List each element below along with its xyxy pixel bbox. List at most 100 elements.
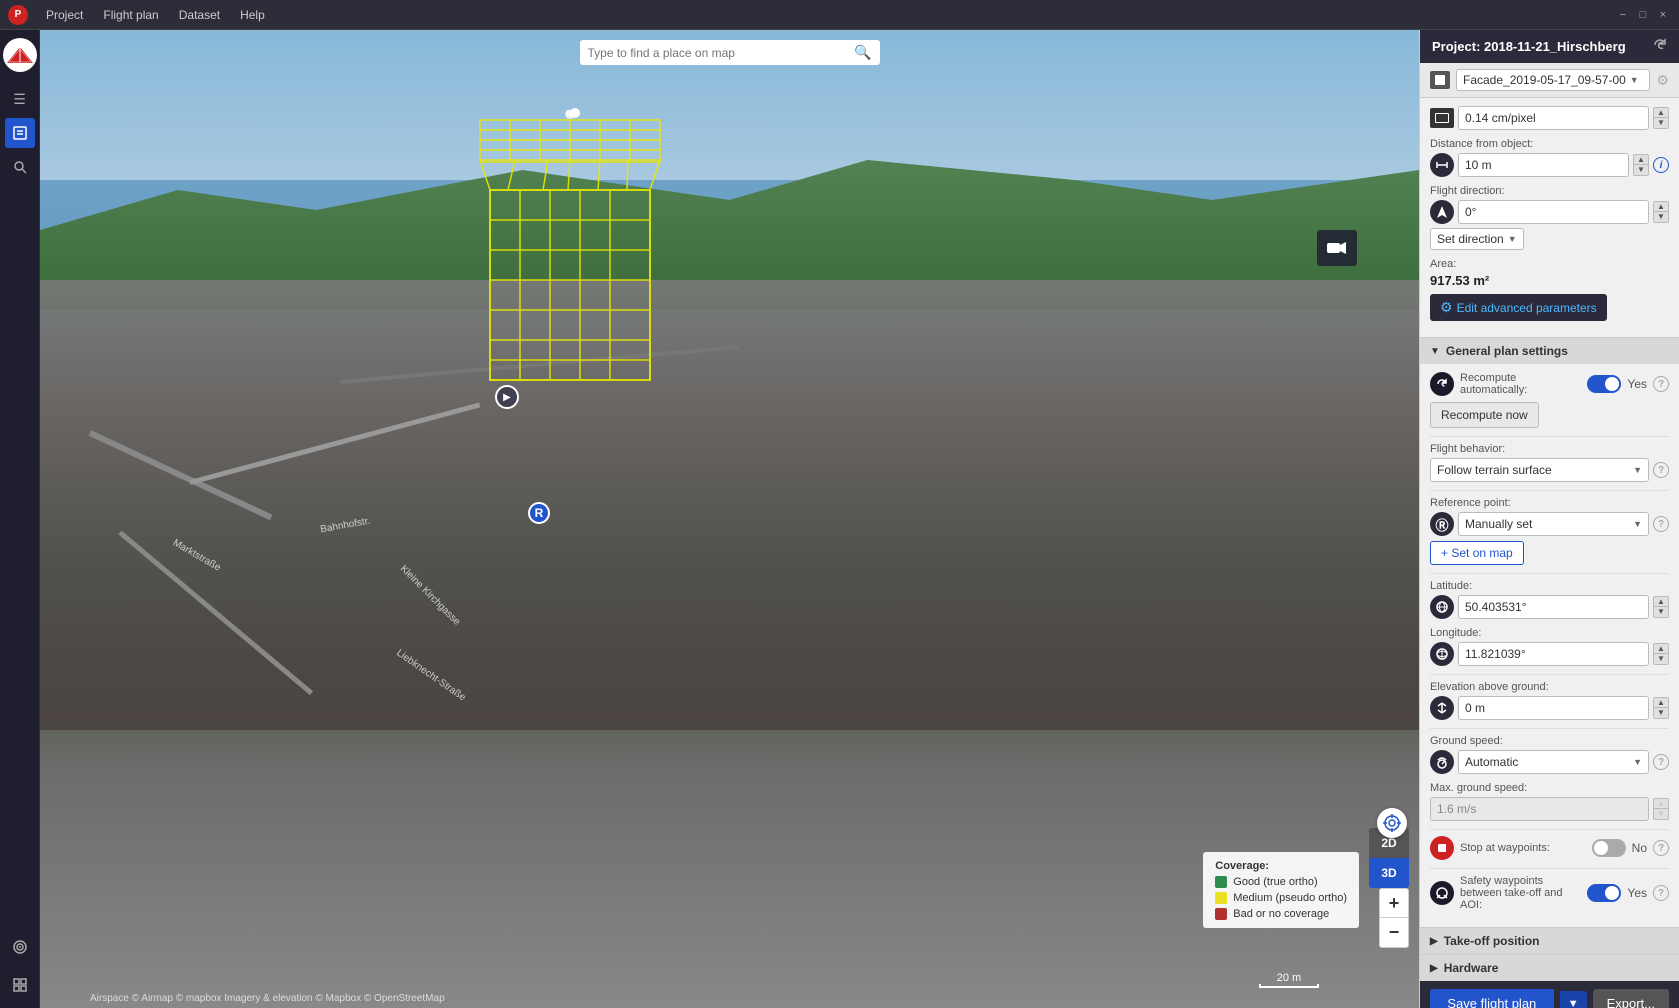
latitude-input[interactable]: 50.403531° (1458, 595, 1649, 619)
recompute-now-btn[interactable]: Recompute now (1430, 402, 1539, 428)
latitude-icon (1430, 595, 1454, 619)
elevation-label: Elevation above ground: (1430, 681, 1669, 693)
flight-behavior-group: Flight behavior: Follow terrain surface … (1430, 443, 1669, 482)
flight-behavior-select[interactable]: Follow terrain surface ▼ (1430, 458, 1649, 482)
recompute-auto-help-icon[interactable]: ? (1653, 376, 1669, 392)
zoom-in-btn[interactable]: + (1379, 888, 1409, 918)
zoom-out-btn[interactable]: − (1379, 918, 1409, 948)
minimize-btn[interactable]: − (1615, 7, 1631, 23)
recompute-auto-label: Recompute automatically: (1460, 372, 1583, 396)
longitude-input[interactable]: 11.821039° (1458, 642, 1649, 666)
distance-row: 10 m ▲ ▼ i (1430, 153, 1669, 177)
export-btn[interactable]: Export... (1593, 989, 1669, 1008)
sidebar-grid-btn[interactable] (5, 970, 35, 1000)
reference-point-help-icon[interactable]: ? (1653, 516, 1669, 532)
panel-settings-icon[interactable]: ⚙ (1656, 72, 1669, 89)
menu-project[interactable]: Project (36, 4, 93, 26)
ground-speed-help-icon[interactable]: ? (1653, 754, 1669, 770)
flight-behavior-arrow-icon: ▼ (1633, 465, 1642, 475)
maximize-btn[interactable]: □ (1635, 7, 1651, 23)
distance-up[interactable]: ▲ (1633, 154, 1649, 165)
flight-plan-dropdown[interactable]: Facade_2019-05-17_09-57-00 ▼ (1456, 69, 1650, 91)
set-on-map-row: + Set on map (1430, 541, 1669, 565)
recompute-auto-group: Recompute automatically: Yes ? Recompute… (1430, 372, 1669, 428)
coverage-bad-dot (1215, 908, 1227, 920)
max-ground-speed-row: 1.6 m/s ▲ ▼ (1430, 797, 1669, 821)
set-on-map-btn[interactable]: + Set on map (1430, 541, 1524, 565)
longitude-row: 11.821039° ▲ ▼ (1430, 642, 1669, 666)
search-icon: 🔍 (854, 44, 871, 61)
edit-advanced-btn[interactable]: ⚙ Edit advanced parameters (1430, 294, 1607, 321)
distance-input[interactable]: 10 m (1458, 153, 1629, 177)
resolution-up[interactable]: ▲ (1653, 107, 1669, 118)
search-input[interactable] (588, 46, 855, 60)
map-attribution: Airspace © Airmap © mapbox Imagery & ele… (90, 993, 445, 1004)
top-marker (570, 108, 580, 118)
recompute-auto-toggle[interactable] (1587, 375, 1621, 393)
elevation-input[interactable]: 0 m (1458, 696, 1649, 720)
hardware-section-header[interactable]: ▶ Hardware (1420, 954, 1679, 981)
reference-point-select[interactable]: Manually set ▼ (1458, 512, 1649, 536)
longitude-up[interactable]: ▲ (1653, 643, 1669, 654)
toggle-knob (1605, 377, 1619, 391)
sidebar-layers-btn[interactable] (5, 932, 35, 962)
flight-direction-row: 0° ▲ ▼ (1430, 200, 1669, 224)
flight-behavior-help-icon[interactable]: ? (1653, 462, 1669, 478)
takeoff-section-header[interactable]: ▶ Take-off position (1420, 927, 1679, 954)
latitude-down[interactable]: ▼ (1653, 607, 1669, 618)
menu-dataset[interactable]: Dataset (169, 4, 230, 26)
max-ground-speed-group: Max. ground speed: 1.6 m/s ▲ ▼ (1430, 782, 1669, 821)
mode-3d-btn[interactable]: 3D (1369, 858, 1409, 888)
direction-down[interactable]: ▼ (1653, 212, 1669, 223)
direction-up[interactable]: ▲ (1653, 201, 1669, 212)
sidebar-notes-btn[interactable] (5, 118, 35, 148)
sync-icon[interactable] (1653, 38, 1667, 55)
target-btn[interactable] (1377, 808, 1407, 838)
latitude-row: 50.403531° ▲ ▼ (1430, 595, 1669, 619)
close-btn[interactable]: × (1655, 7, 1671, 23)
map-search-bar[interactable]: 🔍 (580, 40, 880, 65)
stop-waypoints-toggle[interactable] (1592, 839, 1626, 857)
latitude-up[interactable]: ▲ (1653, 596, 1669, 607)
dropdown-arrow-icon: ▼ (1630, 75, 1639, 85)
elevation-down[interactable]: ▼ (1653, 708, 1669, 719)
general-settings-header[interactable]: ▼ General plan settings (1420, 337, 1679, 364)
longitude-down[interactable]: ▼ (1653, 654, 1669, 665)
ground-speed-label: Ground speed: (1430, 735, 1669, 747)
distance-info-icon[interactable]: i (1653, 157, 1669, 173)
longitude-group: Longitude: 11.821039° ▲ ▼ (1430, 627, 1669, 666)
elevation-up[interactable]: ▲ (1653, 697, 1669, 708)
ground-speed-group: Ground speed: Automatic ▼ ? (1430, 735, 1669, 774)
safety-waypoints-icon (1430, 881, 1454, 905)
flight-behavior-row: Follow terrain surface ▼ ? (1430, 458, 1669, 482)
sidebar-menu-btn[interactable]: ☰ (5, 84, 35, 114)
stop-waypoints-help-icon[interactable]: ? (1653, 840, 1669, 856)
map-area[interactable]: Marktstraße Bahnhofstr. Kleine Kirchgass… (40, 30, 1419, 1008)
safety-waypoints-row: Safety waypoints between take-off and AO… (1430, 875, 1669, 911)
divider-1 (1430, 436, 1669, 437)
main-layout: ☰ Marktstraße (0, 30, 1679, 1008)
safety-waypoints-toggle[interactable] (1587, 884, 1621, 902)
distance-icon (1430, 153, 1454, 177)
ground-speed-select[interactable]: Automatic ▼ (1458, 750, 1649, 774)
hardware-chevron-icon: ▶ (1430, 963, 1438, 974)
stop-waypoints-left: Stop at waypoints: (1430, 836, 1550, 860)
scale-bar: 20 m (1259, 972, 1319, 988)
safety-waypoints-help-icon[interactable]: ? (1653, 885, 1669, 901)
resolution-input[interactable]: 0.14 cm/pixel (1458, 106, 1649, 130)
save-flight-plan-btn[interactable]: Save flight plan (1430, 989, 1554, 1008)
distance-down[interactable]: ▼ (1633, 165, 1649, 176)
ground-speed-icon (1430, 750, 1454, 774)
menu-help[interactable]: Help (230, 4, 275, 26)
set-direction-row: Set direction ▼ (1430, 228, 1669, 250)
menu-flight-plan[interactable]: Flight plan (93, 4, 168, 26)
camera-overlay-icon (1317, 230, 1357, 266)
flight-plan-subheader: Facade_2019-05-17_09-57-00 ▼ ⚙ (1420, 63, 1679, 98)
resolution-down[interactable]: ▼ (1653, 118, 1669, 129)
set-direction-btn[interactable]: Set direction ▼ (1430, 228, 1524, 250)
elevation-group: Elevation above ground: 0 m ▲ ▼ (1430, 681, 1669, 720)
flight-direction-input[interactable]: 0° (1458, 200, 1649, 224)
ground-speed-arrow-icon: ▼ (1633, 757, 1642, 767)
sidebar-search-btn[interactable] (5, 152, 35, 182)
save-flight-plan-arrow-btn[interactable]: ▼ (1560, 991, 1587, 1008)
